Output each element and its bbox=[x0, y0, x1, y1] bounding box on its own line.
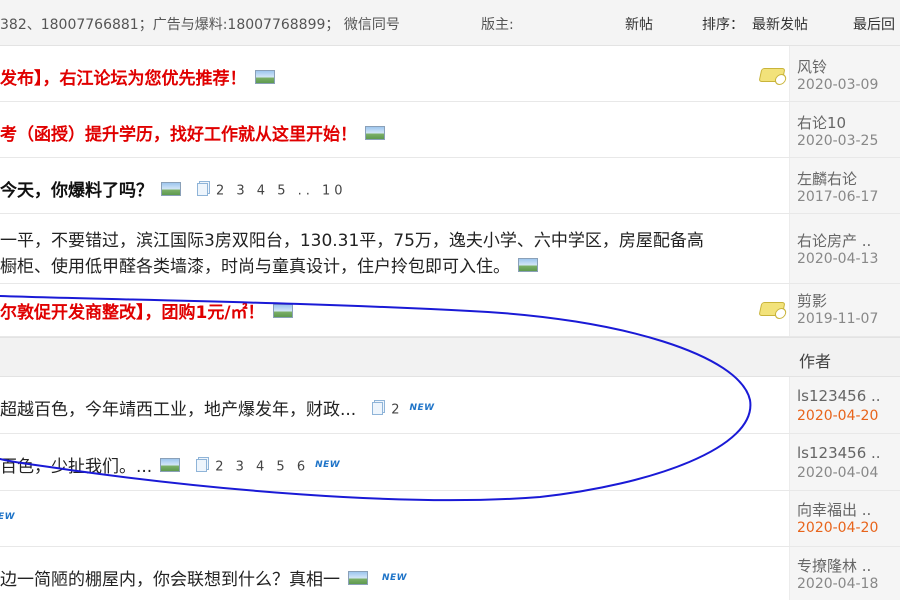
new-badge: NEW bbox=[382, 573, 408, 583]
thread-title: 发布】，右江论坛为您优先推荐！ bbox=[0, 64, 275, 89]
thread-title: 考（函授）提升学历，找好工作就从这里开始！ bbox=[0, 120, 385, 145]
thread-link[interactable]: 一平，不要错过，滨江国际3房双阳台，130.31平，75万，逸夫小学、六中学区，… bbox=[0, 231, 704, 251]
thread-author[interactable]: 右论10 bbox=[797, 112, 846, 133]
thread-title-continued: 橱柜、使用低甲醛各类墙漆，时尚与童真设计，住户拎包即可入住。 bbox=[0, 252, 538, 277]
new-badge: EW bbox=[0, 512, 16, 522]
thread-link[interactable]: 今天，你爆料了吗？ bbox=[0, 181, 153, 201]
thread-date: 2020-04-04 bbox=[797, 465, 879, 481]
image-attachment-icon bbox=[254, 70, 275, 84]
thread-title: 超越百色，今年靖西工业，地产爆发年，财政... 2 NEW bbox=[0, 395, 435, 420]
sticky-thread-row: 发布】，右江论坛为您优先推荐！ 风铃 2020-03-09 bbox=[0, 46, 900, 102]
thread-list-header: 作者 bbox=[0, 337, 900, 377]
moderator-label: 版主: bbox=[481, 17, 514, 33]
thread-author[interactable]: ls123456 .. bbox=[797, 387, 881, 405]
thread-author[interactable]: 专撩隆林 .. bbox=[797, 555, 871, 576]
author-column bbox=[789, 434, 900, 490]
thread-row: 边一简陋的棚屋内，你会联想到什么？真相一 NEW 专撩隆林 .. 2020-04-… bbox=[0, 547, 900, 600]
thread-title: 一平，不要错过，滨江国际3房双阳台，130.31平，75万，逸夫小学、六中学区，… bbox=[0, 226, 704, 251]
thread-link[interactable]: 边一简陋的棚屋内，你会联想到什么？真相一 bbox=[0, 570, 340, 590]
thread-link[interactable]: 尔敦促开发商整改】，团购1元/㎡！ bbox=[0, 303, 265, 323]
thread-link[interactable]: 考（函授）提升学历，找好工作就从这里开始！ bbox=[0, 125, 357, 145]
moderator-recommend-icon bbox=[758, 68, 786, 82]
thread-row: EW 向幸福出 .. 2020-04-20 bbox=[0, 491, 900, 547]
thread-date: 2019-11-07 bbox=[797, 311, 879, 327]
image-attachment-icon bbox=[518, 258, 538, 272]
thread-row: 超越百色，今年靖西工业，地产爆发年，财政... 2 NEW ls123456 .. … bbox=[0, 377, 900, 434]
thread-date: 2020-04-18 bbox=[797, 576, 879, 592]
sort-label: 排序： bbox=[702, 17, 744, 33]
thread-author[interactable]: 左麟右论 bbox=[797, 168, 857, 189]
thread-date: 2020-04-13 bbox=[797, 251, 879, 267]
thread-author[interactable]: 向幸福出 .. bbox=[797, 499, 871, 520]
multipage-icon bbox=[196, 458, 208, 472]
contact-info: 382、18007766881；广告与爆料:18007768899； 微信同号 bbox=[0, 17, 400, 33]
multipage-icon bbox=[372, 401, 384, 415]
new-posts-filter[interactable]: 新帖 bbox=[625, 14, 653, 34]
thread-link[interactable]: 百色，少扯我们。... bbox=[0, 457, 152, 477]
thread-link[interactable]: 发布】，右江论坛为您优先推荐！ bbox=[0, 69, 247, 89]
forum-toolbar: 382、18007766881；广告与爆料:18007768899； 微信同号 … bbox=[0, 0, 900, 46]
thread-title: 今天，你爆料了吗？ 2 3 4 5 .. 10 bbox=[0, 176, 347, 201]
image-attachment-icon bbox=[160, 458, 181, 472]
thread-title: EW bbox=[0, 509, 15, 529]
thread-author[interactable]: ls123456 .. bbox=[797, 444, 881, 462]
image-attachment-icon bbox=[161, 182, 181, 196]
sticky-thread-row: 一平，不要错过，滨江国际3房双阳台，130.31平，75万，逸夫小学、六中学区，… bbox=[0, 214, 900, 284]
author-column bbox=[789, 377, 900, 433]
image-attachment-icon bbox=[348, 571, 368, 585]
thread-date: 2017-06-17 bbox=[797, 189, 879, 205]
thread-author[interactable]: 风铃 bbox=[797, 56, 827, 77]
multipage-icon bbox=[197, 182, 208, 196]
thread-title: 边一简陋的棚屋内，你会联想到什么？真相一 NEW bbox=[0, 565, 407, 590]
author-column-header: 作者 bbox=[799, 352, 832, 371]
page-links[interactable]: 2 bbox=[391, 403, 403, 418]
thread-date: 2020-04-20 bbox=[797, 520, 879, 536]
thread-link[interactable]: 超越百色，今年靖西工业，地产爆发年，财政... bbox=[0, 400, 356, 420]
thread-title: 尔敦促开发商整改】，团购1元/㎡！ bbox=[0, 298, 293, 323]
moderator-recommend-icon bbox=[758, 302, 786, 316]
page-links[interactable]: 2 3 4 5 .. 10 bbox=[216, 184, 347, 199]
new-badge: NEW bbox=[409, 403, 435, 413]
sticky-thread-row: 今天，你爆料了吗？ 2 3 4 5 .. 10 左麟右论 2017-06-17 bbox=[0, 158, 900, 214]
image-attachment-icon bbox=[272, 304, 293, 318]
thread-date: 2020-03-25 bbox=[797, 133, 879, 149]
thread-row: 百色，少扯我们。... 2 3 4 5 6 NEW ls123456 .. 2020… bbox=[0, 434, 900, 491]
sort-dropdown[interactable]: 最新发帖 bbox=[752, 14, 808, 34]
last-reply-sort[interactable]: 最后回 bbox=[853, 14, 895, 34]
sticky-thread-row: 考（函授）提升学历，找好工作就从这里开始！ 右论10 2020-03-25 bbox=[0, 102, 900, 158]
thread-link[interactable]: 橱柜、使用低甲醛各类墙漆，时尚与童真设计，住户拎包即可入住。 bbox=[0, 257, 510, 277]
page-links[interactable]: 2 3 4 5 6 bbox=[215, 460, 309, 475]
thread-author[interactable]: 剪影 bbox=[797, 290, 827, 311]
new-badge: NEW bbox=[315, 460, 341, 470]
image-attachment-icon bbox=[365, 126, 385, 140]
thread-date: 2020-03-09 bbox=[797, 77, 879, 93]
thread-date: 2020-04-20 bbox=[797, 408, 879, 424]
sticky-thread-row: 尔敦促开发商整改】，团购1元/㎡！ 剪影 2019-11-07 bbox=[0, 284, 900, 337]
thread-title: 百色，少扯我们。... 2 3 4 5 6 NEW bbox=[0, 452, 340, 477]
thread-author[interactable]: 右论房产 .. bbox=[797, 230, 871, 251]
